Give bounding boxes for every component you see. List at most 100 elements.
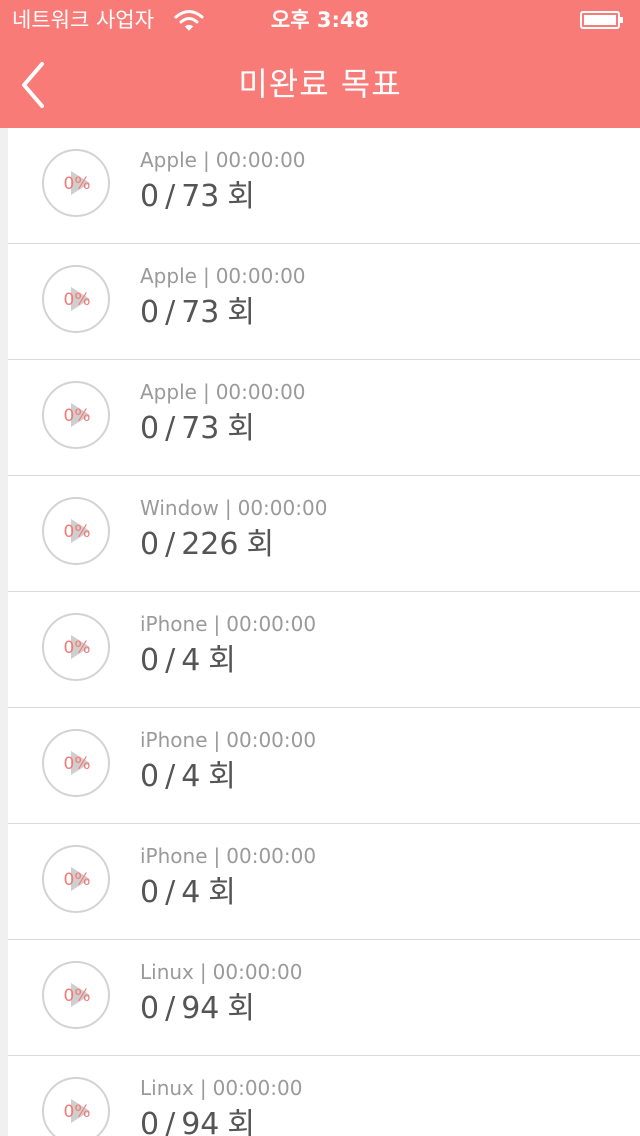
goal-name: Apple	[140, 264, 197, 288]
page-title: 미완료 목표	[238, 65, 402, 103]
goal-name: iPhone	[140, 612, 208, 636]
battery-icon	[580, 11, 624, 29]
goal-elapsed-time: 00:00:00	[226, 612, 317, 636]
goal-elapsed-time: 00:00:00	[212, 960, 303, 984]
count-total: 73	[181, 179, 220, 214]
goal-count: 0/4 회	[140, 642, 236, 680]
count-separator: /	[165, 991, 176, 1026]
play-button[interactable]: 0%	[42, 613, 110, 681]
count-unit: 회	[208, 643, 236, 678]
play-button[interactable]: 0%	[42, 497, 110, 565]
count-unit: 회	[227, 991, 255, 1026]
progress-percent: 0%	[63, 638, 91, 658]
status-bar: 네트워크 사업자 오후 3:48	[0, 0, 640, 40]
goal-row[interactable]: 0% Apple | 00:00:00 0/73 회	[8, 128, 640, 244]
progress-percent: 0%	[63, 986, 91, 1006]
goal-count: 0/4 회	[140, 758, 236, 796]
separator: |	[213, 612, 221, 636]
count-separator: /	[165, 179, 176, 214]
play-button[interactable]: 0%	[42, 381, 110, 449]
goal-elapsed-time: 00:00:00	[226, 844, 317, 868]
count-total: 4	[181, 875, 201, 910]
progress-percent: 0%	[63, 522, 91, 542]
separator: |	[199, 1076, 207, 1100]
goal-meta: iPhone | 00:00:00	[140, 728, 316, 752]
count-done: 0	[140, 643, 160, 678]
goal-meta: Apple | 00:00:00	[140, 264, 306, 288]
separator: |	[202, 380, 210, 404]
count-unit: 회	[227, 295, 255, 330]
count-unit: 회	[208, 759, 236, 794]
separator: |	[213, 728, 221, 752]
count-unit: 회	[208, 875, 236, 910]
count-separator: /	[165, 1107, 176, 1136]
separator: |	[202, 264, 210, 288]
goal-row[interactable]: 0% iPhone | 00:00:00 0/4 회	[8, 592, 640, 708]
count-done: 0	[140, 179, 160, 214]
count-done: 0	[140, 527, 160, 562]
goal-elapsed-time: 00:00:00	[226, 728, 317, 752]
header: 네트워크 사업자 오후 3:48 미완료 목표	[0, 0, 640, 128]
count-total: 4	[181, 643, 201, 678]
count-done: 0	[140, 1107, 160, 1136]
count-total: 94	[181, 991, 220, 1026]
progress-percent: 0%	[63, 870, 91, 890]
goal-name: iPhone	[140, 728, 208, 752]
goal-row[interactable]: 0% Linux | 00:00:00 0/94 회	[8, 940, 640, 1056]
goal-count: 0/4 회	[140, 874, 236, 912]
progress-percent: 0%	[63, 1102, 91, 1122]
separator: |	[202, 148, 210, 172]
count-separator: /	[165, 527, 176, 562]
progress-percent: 0%	[63, 406, 91, 426]
goal-row[interactable]: 0% iPhone | 00:00:00 0/4 회	[8, 824, 640, 940]
goal-elapsed-time: 00:00:00	[215, 264, 306, 288]
goal-row[interactable]: 0% Apple | 00:00:00 0/73 회	[8, 244, 640, 360]
goal-count: 0/73 회	[140, 178, 255, 216]
goal-meta: Apple | 00:00:00	[140, 380, 306, 404]
goal-elapsed-time: 00:00:00	[215, 148, 306, 172]
goal-row[interactable]: 0% Apple | 00:00:00 0/73 회	[8, 360, 640, 476]
count-total: 73	[181, 295, 220, 330]
play-button[interactable]: 0%	[42, 265, 110, 333]
separator: |	[213, 844, 221, 868]
count-unit: 회	[246, 527, 275, 562]
progress-percent: 0%	[63, 174, 91, 194]
count-unit: 회	[227, 1107, 255, 1136]
goal-meta: iPhone | 00:00:00	[140, 844, 316, 868]
count-separator: /	[165, 643, 176, 678]
goal-name: Apple	[140, 148, 197, 172]
goal-row[interactable]: 0% Linux | 00:00:00 0/94 회	[8, 1056, 640, 1136]
play-button[interactable]: 0%	[42, 729, 110, 797]
goal-count: 0/94 회	[140, 1106, 255, 1136]
goal-name: Linux	[140, 1076, 194, 1100]
play-button[interactable]: 0%	[42, 961, 110, 1029]
goal-name: Linux	[140, 960, 194, 984]
goal-meta: Linux | 00:00:00	[140, 960, 302, 984]
play-button[interactable]: 0%	[42, 1077, 110, 1136]
count-unit: 회	[227, 411, 255, 446]
screen: 네트워크 사업자 오후 3:48 미완료 목표 0% Apple | 00:00…	[0, 0, 640, 1136]
goal-row[interactable]: 0% Window | 00:00:00 0/226 회	[8, 476, 640, 592]
goal-count: 0/73 회	[140, 410, 255, 448]
goal-row[interactable]: 0% iPhone | 00:00:00 0/4 회	[8, 708, 640, 824]
count-done: 0	[140, 759, 160, 794]
play-button[interactable]: 0%	[42, 149, 110, 217]
goal-elapsed-time: 00:00:00	[215, 380, 306, 404]
goal-list: 0% Apple | 00:00:00 0/73 회 0% Apple | 00:00:0…	[8, 128, 640, 1136]
goal-meta: Linux | 00:00:00	[140, 1076, 302, 1100]
goal-count: 0/226 회	[140, 526, 274, 564]
count-separator: /	[165, 875, 176, 910]
progress-percent: 0%	[63, 754, 91, 774]
progress-percent: 0%	[63, 290, 91, 310]
separator: |	[199, 960, 207, 984]
count-done: 0	[140, 411, 160, 446]
count-done: 0	[140, 991, 160, 1026]
count-total: 4	[181, 759, 201, 794]
goal-name: Apple	[140, 380, 197, 404]
count-separator: /	[165, 295, 176, 330]
goal-meta: Window | 00:00:00	[140, 496, 327, 520]
count-unit: 회	[227, 179, 255, 214]
play-button[interactable]: 0%	[42, 845, 110, 913]
count-separator: /	[165, 411, 176, 446]
navigation-bar: 미완료 목표	[0, 40, 640, 128]
